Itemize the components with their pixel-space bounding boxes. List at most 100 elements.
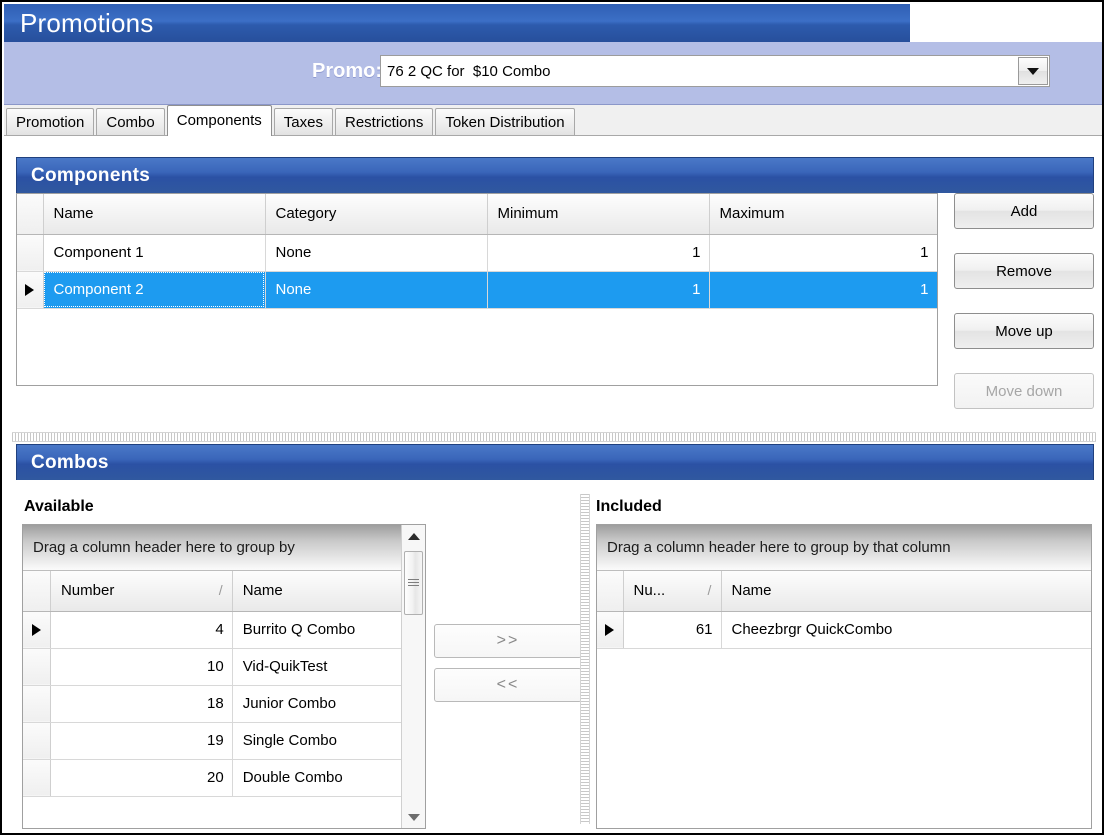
tab-label: Components [176, 112, 262, 129]
col-header-number[interactable]: Number / [50, 571, 233, 612]
tab-taxes[interactable]: Taxes [273, 108, 333, 135]
components-grid[interactable]: Name Category Minimum Maximum Component … [16, 193, 938, 386]
promo-label: Promo: [312, 60, 382, 82]
move-down-button: Move down [954, 373, 1094, 409]
included-combos-grid[interactable]: Drag a column header here to group by th… [596, 524, 1092, 829]
included-combos-table: Nu... / Name 61 Cheezbrgr QuickCombo [597, 571, 1091, 649]
components-panel: Components Name Category Minimum Maximum… [16, 157, 1094, 427]
cell-number[interactable]: 18 [50, 685, 233, 723]
table-row[interactable]: Component 1 None 1 1 [17, 234, 937, 272]
remove-button[interactable]: Remove [954, 253, 1094, 289]
tab-combo[interactable]: Combo [96, 108, 165, 135]
window-title: Promotions [20, 7, 154, 38]
scrollbar-thumb[interactable] [404, 551, 423, 615]
move-up-button[interactable]: Move up [954, 313, 1094, 349]
empty-cell [487, 345, 709, 382]
tab-label: Taxes [283, 114, 323, 131]
col-header-number[interactable]: Nu... / [623, 571, 722, 612]
cell-number[interactable]: 20 [50, 759, 233, 797]
cell-minimum[interactable]: 1 [487, 271, 710, 309]
promo-dropdown-button[interactable] [1018, 57, 1048, 85]
available-combos-grid[interactable]: Drag a column header here to group by Nu… [22, 524, 426, 829]
list-item[interactable]: 4 Burrito Q Combo [23, 611, 425, 649]
row-indicator-cell[interactable] [23, 611, 51, 649]
components-panel-title: Components [31, 164, 151, 186]
empty-cell [17, 308, 43, 345]
tab-strip: Promotion Combo Components Taxes Restriction… [4, 105, 1102, 136]
horizontal-splitter[interactable] [12, 432, 1096, 442]
col-header-maximum[interactable]: Maximum [709, 194, 937, 235]
cell-category[interactable]: None [265, 271, 488, 309]
add-button[interactable]: Add [954, 193, 1094, 229]
sort-ascending-icon: / [218, 582, 223, 599]
cell-name[interactable]: Burrito Q Combo [232, 611, 425, 649]
empty-row [17, 308, 937, 345]
cell-name[interactable]: Double Combo [232, 759, 425, 797]
move-left-button[interactable]: << [434, 668, 582, 702]
cell-number[interactable]: 4 [50, 611, 233, 649]
promo-combobox[interactable]: 76 2 QC for $10 Combo [380, 55, 1050, 87]
combos-panel-header: Combos [16, 444, 1094, 480]
list-item[interactable]: 18 Junior Combo [23, 685, 425, 723]
cell-name[interactable]: Single Combo [232, 722, 425, 760]
empty-cell [709, 345, 937, 382]
list-item[interactable]: 19 Single Combo [23, 722, 425, 760]
included-header-row: Nu... / Name [597, 571, 1091, 612]
combos-panel: Combos Available Included Drag a column … [16, 444, 1094, 829]
available-vertical-scrollbar[interactable] [401, 525, 425, 828]
vertical-splitter[interactable] [580, 494, 590, 824]
promotions-window: Promotions Promo: 76 2 QC for $10 Combo … [0, 0, 1104, 835]
col-header-name[interactable]: Name [43, 194, 266, 235]
components-table: Name Category Minimum Maximum Component … [17, 194, 937, 382]
list-item[interactable]: 61 Cheezbrgr QuickCombo [597, 611, 1091, 649]
cell-name[interactable]: Component 2 [43, 271, 266, 309]
col-header-name[interactable]: Name [721, 571, 1091, 612]
empty-cell [265, 308, 487, 345]
cell-name[interactable]: Junior Combo [232, 685, 425, 723]
row-indicator-cell[interactable] [597, 611, 624, 649]
cell-name[interactable]: Component 1 [43, 234, 266, 272]
tab-components[interactable]: Components [166, 105, 272, 136]
col-header-category[interactable]: Category [265, 194, 488, 235]
tab-restrictions[interactable]: Restrictions [334, 108, 434, 135]
list-item[interactable]: 10 Vid-QuikTest [23, 648, 425, 686]
cell-name[interactable]: Vid-QuikTest [232, 648, 425, 686]
row-indicator-cell[interactable] [23, 722, 51, 760]
col-header-name[interactable]: Name [232, 571, 425, 612]
sort-ascending-icon: / [707, 582, 712, 599]
row-indicator-cell[interactable] [17, 271, 44, 309]
cell-name[interactable]: Cheezbrgr QuickCombo [721, 611, 1091, 649]
table-row[interactable]: Component 2 None 1 1 [17, 271, 937, 309]
cell-number[interactable]: 19 [50, 722, 233, 760]
empty-cell [43, 345, 265, 382]
col-header-number-label: Number [60, 582, 115, 600]
move-right-button[interactable]: >> [434, 624, 582, 658]
cell-maximum[interactable]: 1 [709, 271, 937, 309]
promo-selected-value: 76 2 QC for $10 Combo [387, 62, 551, 80]
available-group-panel[interactable]: Drag a column header here to group by [23, 525, 403, 571]
chevron-down-icon [1027, 67, 1039, 75]
tab-token-distribution[interactable]: Token Distribution [435, 108, 575, 135]
cell-category[interactable]: None [265, 234, 488, 272]
current-row-arrow-icon [31, 624, 41, 637]
col-header-minimum[interactable]: Minimum [487, 194, 710, 235]
cell-number[interactable]: 61 [623, 611, 722, 649]
included-label: Included [596, 498, 662, 515]
tab-label: Promotion [16, 114, 85, 131]
components-button-column: Add Remove Move up Move down [954, 193, 1094, 433]
cell-maximum[interactable]: 1 [709, 234, 937, 272]
row-indicator-cell[interactable] [23, 759, 51, 797]
tab-promotion[interactable]: Promotion [6, 108, 95, 135]
row-indicator-cell[interactable] [23, 648, 51, 686]
included-group-panel[interactable]: Drag a column header here to group by th… [597, 525, 1091, 571]
row-indicator-cell[interactable] [17, 234, 44, 272]
list-item[interactable]: 20 Double Combo [23, 759, 425, 797]
row-indicator-cell[interactable] [23, 685, 51, 723]
scroll-up-button[interactable] [402, 525, 425, 547]
row-indicator-header [23, 571, 51, 612]
empty-cell [487, 308, 709, 345]
cell-minimum[interactable]: 1 [487, 234, 710, 272]
scroll-down-button[interactable] [402, 806, 425, 828]
cell-number[interactable]: 10 [50, 648, 233, 686]
components-panel-header: Components [16, 157, 1094, 193]
